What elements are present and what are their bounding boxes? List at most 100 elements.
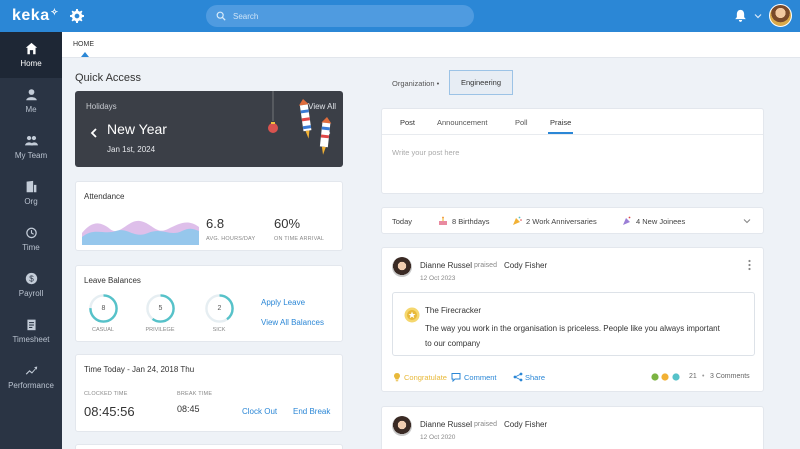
team-icon: [24, 135, 38, 146]
comments-count-link[interactable]: 3 Comments: [710, 373, 750, 380]
post-target[interactable]: Cody Fisher: [504, 420, 547, 429]
sidebar-item-label: Me: [25, 105, 37, 114]
post-input[interactable]: Write your post here: [392, 148, 459, 157]
home-icon: [25, 42, 37, 55]
praise-badge-title: The Firecracker: [425, 306, 482, 315]
tab-announcement[interactable]: Announcement: [437, 118, 487, 127]
author-avatar[interactable]: [392, 257, 412, 277]
sick-leave-label: SICK: [212, 327, 226, 333]
time-today-card: Time Today - Jan 24, 2018 Thu CLOCKED TI…: [75, 354, 343, 432]
clipboard-icon: [26, 319, 36, 331]
sidebar-item-label: Time: [22, 243, 40, 252]
birthday-cake-icon: [439, 216, 447, 225]
logo-text: keka: [12, 7, 50, 24]
leave-balances-title: Leave Balances: [84, 276, 141, 285]
tab-engineering[interactable]: Engineering: [449, 70, 513, 95]
composer-divider: [382, 134, 763, 135]
chevron-left-icon[interactable]: [90, 128, 98, 138]
avg-hours-label: AVG. HOURS/DAY: [206, 236, 256, 242]
post-target[interactable]: Cody Fisher: [504, 261, 547, 270]
sidebar-item-performance[interactable]: Performance: [0, 354, 62, 400]
breadcrumb-home[interactable]: HOME: [73, 41, 94, 48]
birthdays-link[interactable]: 8 Birthdays: [452, 217, 490, 226]
user-avatar[interactable]: [769, 4, 792, 27]
search-icon: [216, 11, 226, 21]
tab-poll[interactable]: Poll: [515, 118, 528, 127]
tab-organization[interactable]: Organization •: [392, 79, 439, 88]
sidebar-item-label: Home: [20, 59, 42, 68]
new-joinees-link[interactable]: 4 New Joinees: [636, 217, 685, 226]
anniversaries-count: 2: [526, 217, 531, 226]
share-button[interactable]: Share: [525, 373, 545, 382]
sidebar: keka ✧ Home Me My Team Org Time $ Payroll…: [0, 0, 62, 449]
post-author[interactable]: Dianne Russel: [420, 261, 472, 270]
leave-balances-card: Leave Balances 8 CASUAL 5 PRIVILEGE 2 SI…: [75, 265, 343, 342]
sidebar-item-org[interactable]: Org: [0, 170, 62, 216]
sidebar-item-payroll[interactable]: $ Payroll: [0, 262, 62, 308]
dot-separator-icon: •: [436, 79, 440, 88]
anniversaries-link[interactable]: 2 Work Anniversaries: [526, 217, 597, 226]
dollar-icon: $: [25, 272, 37, 285]
congratulate-icon: [394, 373, 400, 382]
sidebar-item-label: My Team: [14, 151, 48, 160]
avg-hours-value: 6.8: [206, 216, 225, 231]
praise-message: The way you work in the organisation is …: [425, 324, 720, 348]
quick-access-title: Quick Access: [75, 72, 142, 84]
privilege-leave-label: PRIVILEGE: [145, 327, 175, 333]
feed-post: Dianne Russel praised Cody Fisher 12 Oct…: [381, 247, 764, 392]
person-icon: [25, 89, 37, 101]
sidebar-item-label: Timesheet: [12, 335, 50, 344]
view-all-balances-link[interactable]: View All Balances: [261, 318, 324, 327]
post-author[interactable]: Dianne Russel: [420, 420, 472, 429]
new-joinee-icon: [623, 216, 631, 225]
logo-mark-icon: ✧: [50, 6, 59, 17]
end-break-button[interactable]: End Break: [293, 407, 330, 416]
joinees-count: 4: [636, 217, 641, 226]
sidebar-item-me[interactable]: Me: [0, 78, 62, 124]
more-options-icon[interactable]: [748, 259, 751, 271]
breadcrumb-indicator: [81, 52, 89, 57]
attendance-wave-graphic: [82, 220, 199, 245]
attendance-card: Attendance 6.8 AVG. HOURS/DAY 60% ON TIM…: [75, 181, 343, 251]
tab-praise[interactable]: Praise: [550, 118, 571, 127]
sidebar-item-label: Performance: [8, 381, 54, 390]
next-card-partial: [75, 444, 343, 449]
holidays-card: Holidays View All New Year Jan 1st, 2024: [75, 91, 343, 167]
anniversaries-label: Work Anniversaries: [532, 217, 597, 226]
post-composer: Post Announcement Poll Praise Write your…: [381, 108, 764, 194]
svg-text:$: $: [29, 274, 34, 283]
break-time-label: BREAK TIME: [177, 391, 213, 397]
praise-box: The Firecracker The way you work in the …: [392, 292, 755, 356]
gear-icon[interactable]: [70, 9, 84, 23]
search-bar[interactable]: [206, 5, 474, 27]
sidebar-item-my-team[interactable]: My Team: [0, 124, 62, 170]
breadcrumb: HOME: [62, 32, 800, 58]
author-avatar[interactable]: [392, 416, 412, 436]
time-today-title: Time Today - Jan 24, 2018 Thu: [84, 365, 195, 374]
medal-badge-icon: [404, 307, 420, 323]
congratulate-button[interactable]: Congratulate: [404, 373, 447, 382]
keka-logo[interactable]: keka ✧: [0, 0, 62, 32]
sidebar-item-timesheet[interactable]: Timesheet: [0, 308, 62, 354]
birthdays-label: Birthdays: [458, 217, 490, 226]
break-time-value: 08:45: [177, 404, 200, 414]
tab-post[interactable]: Post: [400, 118, 415, 127]
post-verb: praised: [474, 262, 497, 269]
holidays-label: Holidays: [86, 102, 117, 111]
apply-leave-link[interactable]: Apply Leave: [261, 298, 305, 307]
privilege-leave-value: 5: [158, 305, 163, 312]
search-input[interactable]: [233, 11, 453, 21]
comment-button[interactable]: Comment: [464, 373, 497, 382]
bell-icon[interactable]: [734, 9, 747, 22]
separator-dot-icon: •: [702, 373, 705, 380]
feed-post: Dianne Russel praised Cody Fisher 12 Oct…: [381, 406, 764, 449]
chevron-down-icon[interactable]: [754, 12, 762, 20]
sidebar-item-label: Payroll: [18, 289, 44, 298]
post-date: 12 Oct 2023: [420, 275, 456, 282]
clock-out-button[interactable]: Clock Out: [242, 407, 277, 416]
post-date: 12 Oct 2020: [420, 434, 456, 441]
sidebar-item-home[interactable]: Home: [0, 32, 62, 78]
chevron-down-icon[interactable]: [743, 217, 751, 225]
reactions-count[interactable]: 21: [689, 373, 697, 380]
sidebar-item-time[interactable]: Time: [0, 216, 62, 262]
